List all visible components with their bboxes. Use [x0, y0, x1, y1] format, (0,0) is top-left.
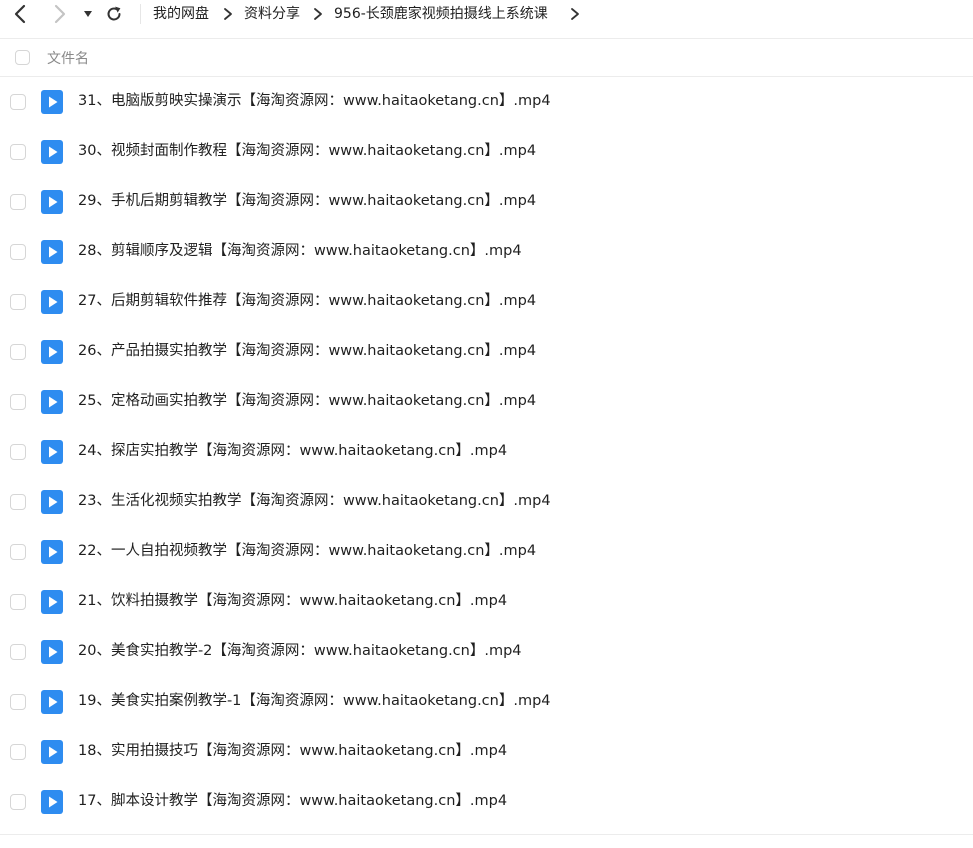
- row-checkbox[interactable]: [10, 594, 26, 610]
- file-browser-page: 我的网盘 资料分享 956-长颈鹿家视频拍摄线上系统课 文件名 31、电脑版剪映…: [0, 0, 973, 848]
- file-name: 17、脚本设计教学【海淘资源网：www.haitaoketang.cn】.mp4: [78, 793, 508, 809]
- file-name: 23、生活化视频实拍教学【海淘资源网：www.haitaoketang.cn】.…: [78, 493, 551, 509]
- video-file-icon: [41, 590, 63, 614]
- breadcrumb-item-shared[interactable]: 资料分享: [244, 5, 300, 23]
- chevron-right-icon: [571, 8, 579, 20]
- table-row[interactable]: 17、脚本设计教学【海淘资源网：www.haitaoketang.cn】.mp4: [0, 777, 973, 827]
- table-row[interactable]: 27、后期剪辑软件推荐【海淘资源网：www.haitaoketang.cn】.m…: [0, 277, 973, 327]
- video-file-icon: [41, 340, 63, 364]
- table-row[interactable]: 29、手机后期剪辑教学【海淘资源网：www.haitaoketang.cn】.m…: [0, 177, 973, 227]
- table-header: 文件名: [0, 39, 973, 77]
- back-button[interactable]: [8, 2, 32, 26]
- table-row[interactable]: 22、一人自拍视频教学【海淘资源网：www.haitaoketang.cn】.m…: [0, 527, 973, 577]
- video-file-icon: [41, 440, 63, 464]
- file-name: 22、一人自拍视频教学【海淘资源网：www.haitaoketang.cn】.m…: [78, 543, 537, 559]
- forward-button[interactable]: [48, 2, 72, 26]
- table-row[interactable]: 28、剪辑顺序及逻辑【海淘资源网：www.haitaoketang.cn】.mp…: [0, 227, 973, 277]
- table-row[interactable]: 30、视频封面制作教程【海淘资源网：www.haitaoketang.cn】.m…: [0, 127, 973, 177]
- video-file-icon: [41, 540, 63, 564]
- list-bottom-divider: [0, 834, 973, 835]
- row-checkbox[interactable]: [10, 294, 26, 310]
- row-checkbox[interactable]: [10, 694, 26, 710]
- chevron-right-icon: [314, 8, 322, 20]
- video-file-icon: [41, 490, 63, 514]
- row-checkbox[interactable]: [10, 494, 26, 510]
- file-list: 31、电脑版剪映实操演示【海淘资源网：www.haitaoketang.cn】.…: [0, 77, 973, 827]
- file-name: 18、实用拍摄技巧【海淘资源网：www.haitaoketang.cn】.mp4: [78, 743, 508, 759]
- table-row[interactable]: 19、美食实拍案例教学-1【海淘资源网：www.haitaoketang.cn】…: [0, 677, 973, 727]
- video-file-icon: [41, 690, 63, 714]
- file-name: 24、探店实拍教学【海淘资源网：www.haitaoketang.cn】.mp4: [78, 443, 508, 459]
- row-checkbox[interactable]: [10, 444, 26, 460]
- file-name: 27、后期剪辑软件推荐【海淘资源网：www.haitaoketang.cn】.m…: [78, 293, 537, 309]
- video-file-icon: [41, 290, 63, 314]
- row-checkbox[interactable]: [10, 644, 26, 660]
- row-checkbox[interactable]: [10, 244, 26, 260]
- video-file-icon: [41, 790, 63, 814]
- breadcrumb-item-current-folder[interactable]: 956-长颈鹿家视频拍摄线上系统课: [334, 5, 548, 23]
- toolbar-separator: [140, 4, 141, 24]
- table-row[interactable]: 25、定格动画实拍教学【海淘资源网：www.haitaoketang.cn】.m…: [0, 377, 973, 427]
- file-name: 29、手机后期剪辑教学【海淘资源网：www.haitaoketang.cn】.m…: [78, 193, 537, 209]
- caret-down-icon: [84, 11, 92, 17]
- chevron-right-icon: [54, 4, 66, 24]
- row-checkbox[interactable]: [10, 744, 26, 760]
- toolbar: 我的网盘 资料分享 956-长颈鹿家视频拍摄线上系统课: [0, 0, 973, 30]
- video-file-icon: [41, 240, 63, 264]
- file-name: 25、定格动画实拍教学【海淘资源网：www.haitaoketang.cn】.m…: [78, 393, 537, 409]
- column-header-filename[interactable]: 文件名: [47, 50, 89, 68]
- video-file-icon: [41, 740, 63, 764]
- table-row[interactable]: 24、探店实拍教学【海淘资源网：www.haitaoketang.cn】.mp4: [0, 427, 973, 477]
- file-name: 20、美食实拍教学-2【海淘资源网：www.haitaoketang.cn】.m…: [78, 643, 522, 659]
- select-all-checkbox[interactable]: [15, 50, 30, 65]
- video-file-icon: [41, 140, 63, 164]
- video-file-icon: [41, 640, 63, 664]
- refresh-icon: [107, 6, 121, 21]
- table-row[interactable]: 23、生活化视频实拍教学【海淘资源网：www.haitaoketang.cn】.…: [0, 477, 973, 527]
- file-name: 30、视频封面制作教程【海淘资源网：www.haitaoketang.cn】.m…: [78, 143, 537, 159]
- table-row[interactable]: 26、产品拍摄实拍教学【海淘资源网：www.haitaoketang.cn】.m…: [0, 327, 973, 377]
- history-dropdown-button[interactable]: [76, 2, 100, 26]
- table-row[interactable]: 18、实用拍摄技巧【海淘资源网：www.haitaoketang.cn】.mp4: [0, 727, 973, 777]
- row-checkbox[interactable]: [10, 394, 26, 410]
- chevron-right-icon: [224, 8, 232, 20]
- chevron-left-icon: [14, 4, 26, 24]
- row-checkbox[interactable]: [10, 194, 26, 210]
- video-file-icon: [41, 390, 63, 414]
- row-checkbox[interactable]: [10, 94, 26, 110]
- row-checkbox[interactable]: [10, 344, 26, 360]
- video-file-icon: [41, 90, 63, 114]
- file-name: 26、产品拍摄实拍教学【海淘资源网：www.haitaoketang.cn】.m…: [78, 343, 537, 359]
- table-row[interactable]: 21、饮料拍摄教学【海淘资源网：www.haitaoketang.cn】.mp4: [0, 577, 973, 627]
- file-name: 21、饮料拍摄教学【海淘资源网：www.haitaoketang.cn】.mp4: [78, 593, 508, 609]
- table-row[interactable]: 31、电脑版剪映实操演示【海淘资源网：www.haitaoketang.cn】.…: [0, 77, 973, 127]
- refresh-button[interactable]: [102, 2, 126, 26]
- table-row[interactable]: 20、美食实拍教学-2【海淘资源网：www.haitaoketang.cn】.m…: [0, 627, 973, 677]
- row-checkbox[interactable]: [10, 794, 26, 810]
- row-checkbox[interactable]: [10, 544, 26, 560]
- video-file-icon: [41, 190, 63, 214]
- file-name: 19、美食实拍案例教学-1【海淘资源网：www.haitaoketang.cn】…: [78, 693, 551, 709]
- file-name: 28、剪辑顺序及逻辑【海淘资源网：www.haitaoketang.cn】.mp…: [78, 243, 522, 259]
- row-checkbox[interactable]: [10, 144, 26, 160]
- breadcrumb-item-my-drive[interactable]: 我的网盘: [153, 5, 209, 23]
- file-name: 31、电脑版剪映实操演示【海淘资源网：www.haitaoketang.cn】.…: [78, 93, 551, 109]
